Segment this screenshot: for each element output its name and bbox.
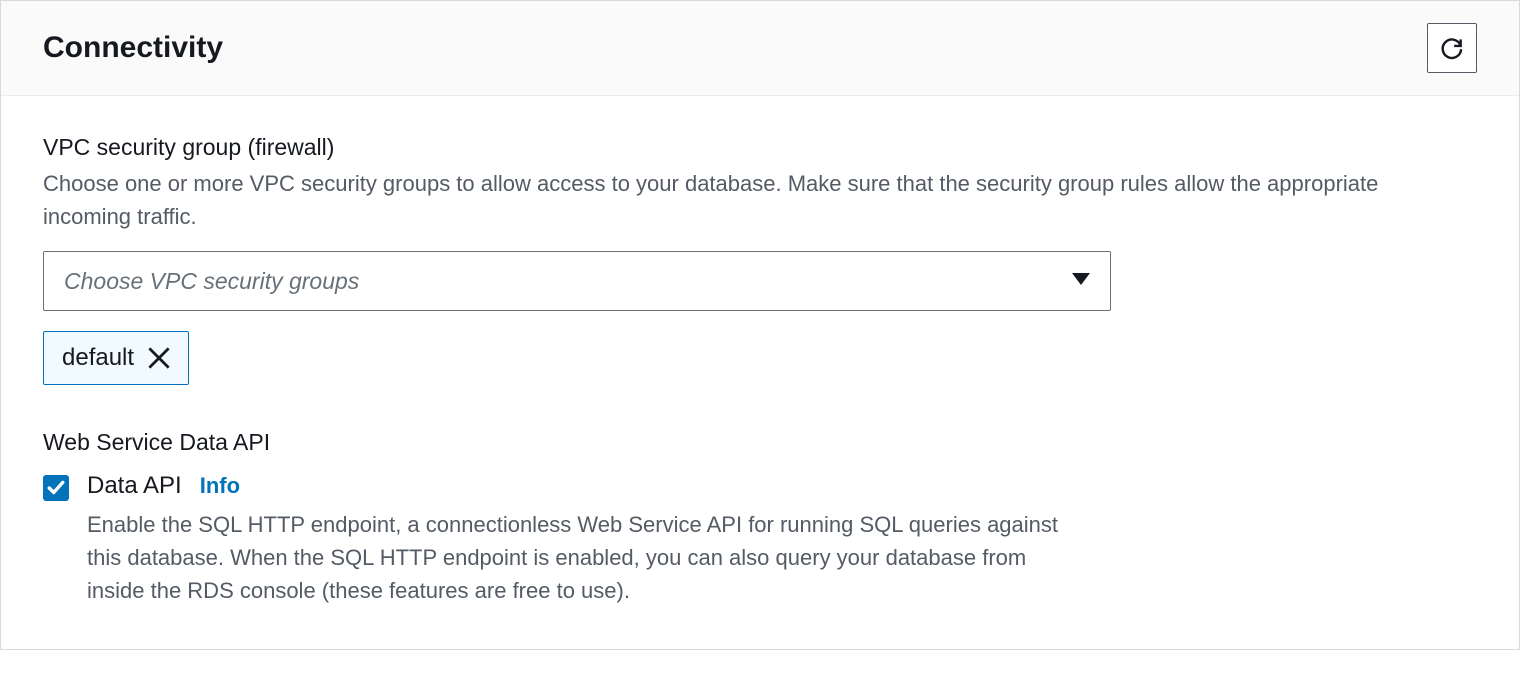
vpc-token-default[interactable]: default [43, 331, 189, 385]
vpc-description: Choose one or more VPC security groups t… [43, 167, 1423, 233]
data-api-info-link[interactable]: Info [200, 473, 240, 499]
panel-title: Connectivity [43, 31, 223, 65]
connectivity-panel: Connectivity VPC security group (firewal… [0, 0, 1520, 650]
data-api-section-label: Web Service Data API [43, 429, 1477, 456]
refresh-button[interactable] [1427, 23, 1477, 73]
vpc-security-group-select[interactable]: Choose VPC security groups [43, 251, 1111, 311]
data-api-section: Web Service Data API Data API Info Enabl… [43, 429, 1477, 607]
data-api-checkbox-row: Data API Info Enable the SQL HTTP endpoi… [43, 472, 1477, 607]
panel-header: Connectivity [1, 1, 1519, 96]
data-api-title-row: Data API Info [87, 472, 1477, 500]
data-api-description: Enable the SQL HTTP endpoint, a connecti… [87, 508, 1067, 607]
data-api-checkbox-label: Data API [87, 472, 182, 500]
panel-body: VPC security group (firewall) Choose one… [1, 96, 1519, 649]
data-api-checkbox[interactable] [43, 475, 69, 501]
chevron-down-icon [1072, 270, 1090, 293]
refresh-icon [1439, 34, 1465, 63]
vpc-label: VPC security group (firewall) [43, 134, 1477, 161]
vpc-section: VPC security group (firewall) Choose one… [43, 134, 1477, 429]
vpc-token-label: default [62, 344, 134, 372]
data-api-content: Data API Info Enable the SQL HTTP endpoi… [87, 472, 1477, 607]
close-icon[interactable] [148, 347, 170, 369]
vpc-select-placeholder: Choose VPC security groups [64, 268, 359, 295]
vpc-select-wrap: Choose VPC security groups [43, 251, 1111, 311]
